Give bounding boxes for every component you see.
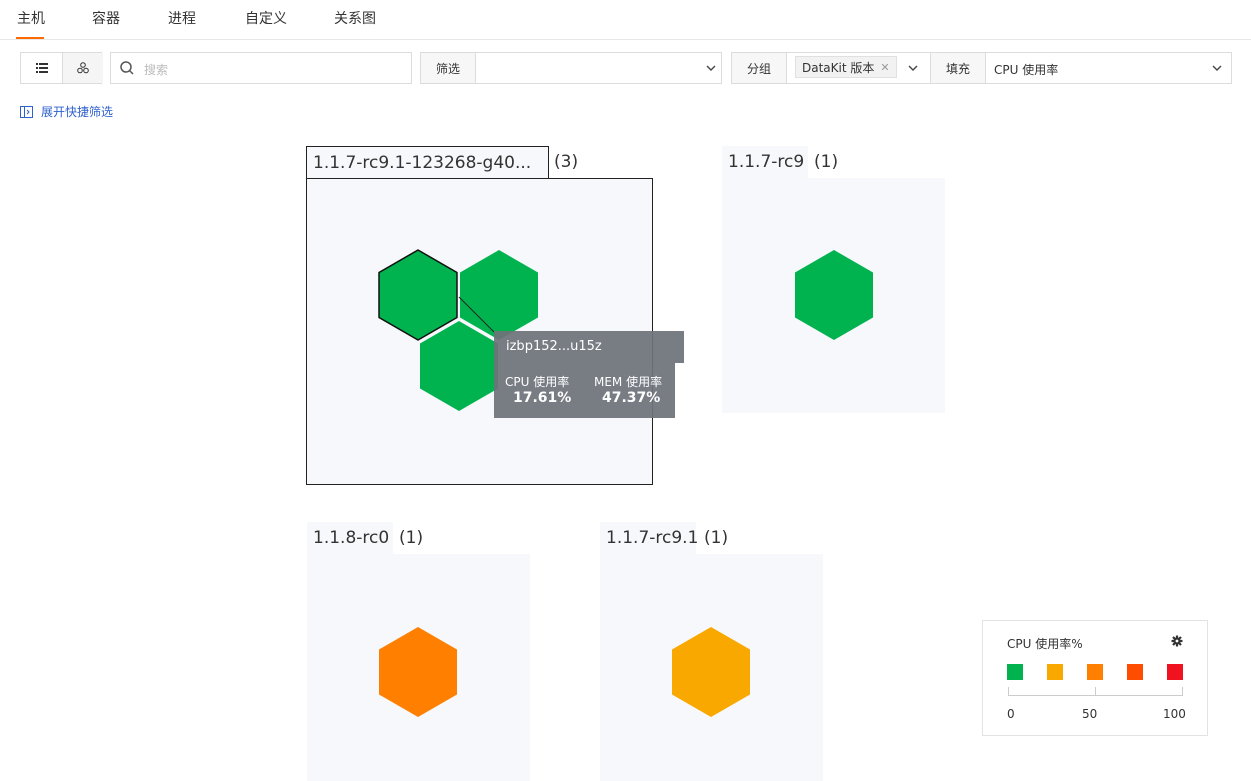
honeycomb-view-button[interactable] [62, 53, 103, 83]
top-tabs: 主机 容器 进程 自定义 关系图 [0, 0, 1251, 40]
chevron-down-icon [908, 65, 918, 71]
active-tab-indicator [16, 37, 44, 39]
expand-panel-icon [20, 105, 33, 118]
legend-swatch [1167, 664, 1183, 680]
quick-filter-label: 展开快捷筛选 [41, 105, 114, 119]
tab-custom[interactable]: 自定义 [245, 8, 287, 28]
fill-select[interactable]: CPU 使用率 [985, 52, 1232, 84]
tooltip-host-name: izbp152...u15z [506, 339, 602, 354]
group-count: (1) [814, 152, 839, 172]
view-mode-switch [20, 52, 103, 84]
legend-tick-label: 0 [1007, 707, 1015, 721]
group-name: 1.1.8-rc0 [307, 522, 393, 554]
legend-tick-label: 50 [1082, 707, 1098, 721]
legend-tick [1095, 687, 1096, 696]
color-legend: CPU 使用率% 0 50 100 [982, 620, 1208, 736]
legend-swatch [1047, 664, 1063, 680]
list-icon [35, 63, 48, 73]
group-count: (1) [704, 528, 729, 548]
expand-quick-filter-link[interactable]: 展开快捷筛选 [20, 103, 113, 120]
legend-swatch [1127, 664, 1143, 680]
search-icon [120, 61, 134, 75]
fill-label: 填充 [930, 52, 986, 84]
group-tag: DataKit 版本 ✕ [795, 56, 897, 78]
search-input[interactable]: 搜索 [110, 52, 412, 84]
legend-tick-label: 100 [1163, 707, 1186, 721]
legend-tick [1008, 687, 1009, 696]
group-name: 1.1.7-rc9 [722, 146, 808, 178]
tooltip-mem-value: 47.37% [602, 390, 661, 406]
chevron-down-icon [1212, 65, 1222, 71]
group-count: (3) [554, 152, 579, 172]
chevron-down-icon [706, 65, 716, 71]
list-view-button[interactable] [21, 53, 62, 83]
host-tooltip-body: CPU 使用率 17.61% MEM 使用率 47.37% [494, 363, 675, 418]
gear-icon[interactable] [1171, 635, 1183, 647]
group-count: (1) [399, 528, 424, 548]
fill-value: CPU 使用率 [994, 63, 1059, 77]
tab-host[interactable]: 主机 [17, 8, 45, 28]
tab-relation-graph[interactable]: 关系图 [334, 8, 376, 28]
toolbar: 搜索 筛选 分组 DataKit 版本 ✕ 填充 CPU 使用率 [0, 52, 1251, 84]
tab-process[interactable]: 进程 [168, 8, 196, 28]
tooltip-mem-label: MEM 使用率 [594, 375, 663, 389]
close-icon[interactable]: ✕ [880, 61, 889, 74]
filter-select[interactable] [475, 52, 722, 84]
tooltip-cpu-label: CPU 使用率 [505, 375, 570, 389]
tab-container[interactable]: 容器 [92, 8, 120, 28]
honeycomb-icon [77, 62, 89, 74]
group-name: 1.1.7-rc9.1-123268-g40... [306, 146, 549, 178]
legend-swatch [1007, 664, 1023, 680]
legend-title: CPU 使用率% [1007, 637, 1083, 651]
filter-label: 筛选 [420, 52, 476, 84]
group-tag-label: DataKit 版本 [802, 60, 875, 75]
legend-tick [1182, 687, 1183, 696]
tooltip-cpu-value: 17.61% [513, 390, 572, 406]
group-label: 分组 [731, 52, 787, 84]
search-placeholder: 搜索 [144, 63, 169, 77]
host-tooltip-header: izbp152...u15z [494, 331, 684, 363]
group-name: 1.1.7-rc9.1 [600, 522, 698, 554]
legend-swatch [1087, 664, 1103, 680]
